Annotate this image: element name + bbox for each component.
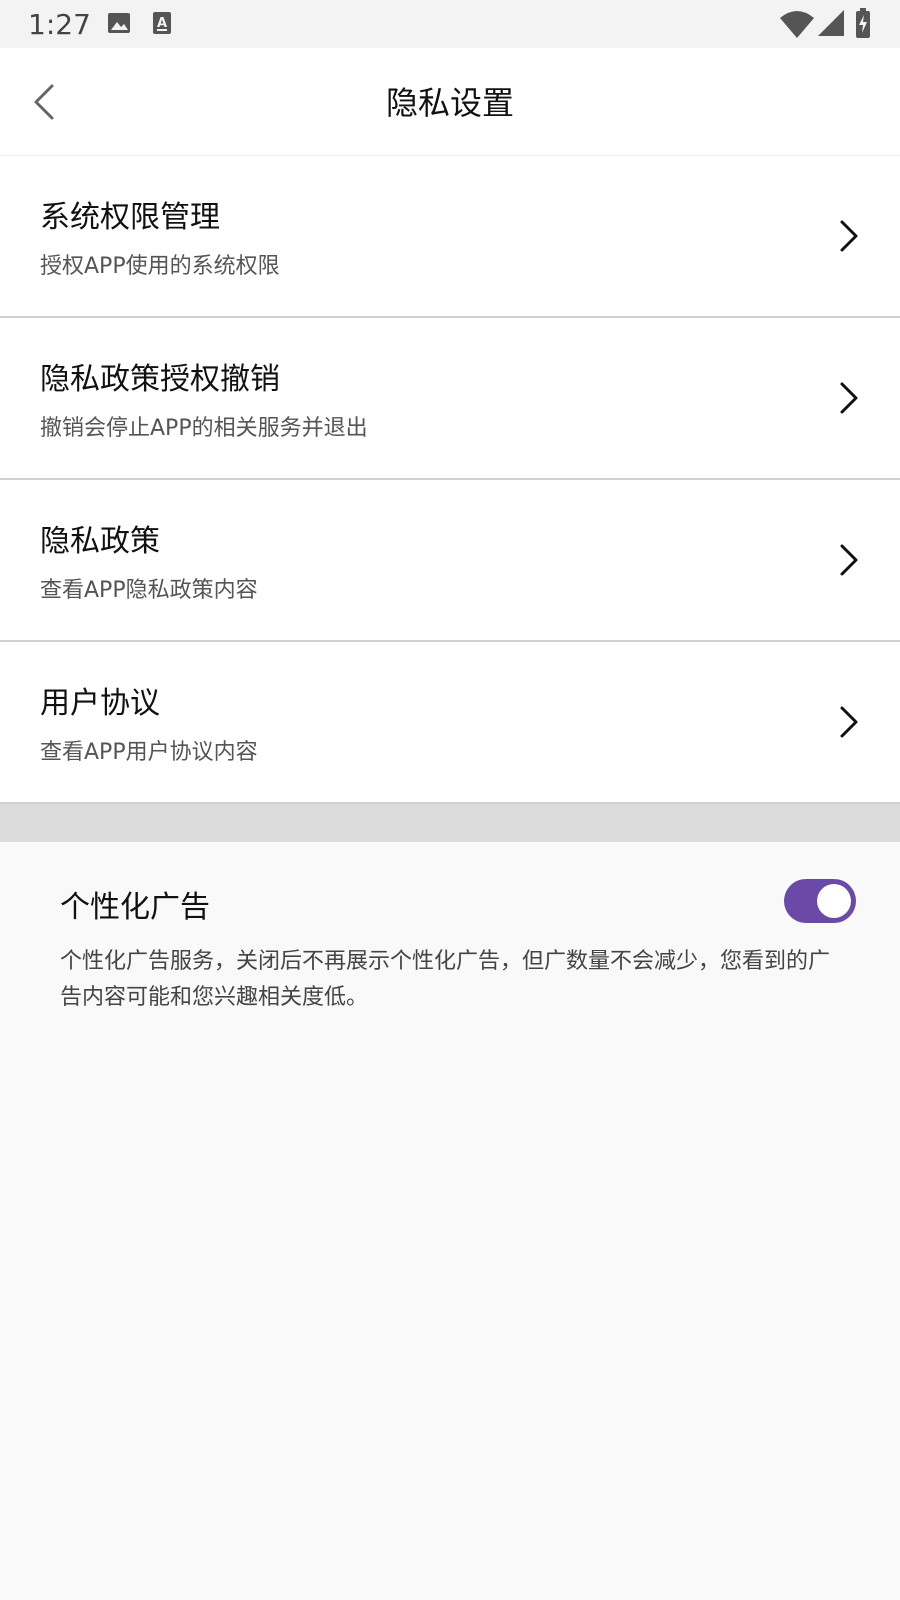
chevron-right-icon <box>840 220 858 252</box>
personalized-ads-toggle[interactable] <box>784 879 856 923</box>
list-item-subtitle: 查看APP隐私政策内容 <box>40 578 258 603</box>
wifi-icon <box>780 11 814 38</box>
image-icon <box>108 13 130 33</box>
list-item-subtitle: 撤销会停止APP的相关服务并退出 <box>40 416 368 441</box>
list-item-subtitle: 授权APP使用的系统权限 <box>40 254 280 279</box>
text-a-icon: A <box>153 12 171 34</box>
list-item-title: 隐私政策授权撤销 <box>40 362 280 397</box>
app-header: 隐私设置 <box>0 48 900 156</box>
list-item-revoke-privacy[interactable]: 隐私政策授权撤销 撤销会停止APP的相关服务并退出 <box>0 318 900 480</box>
section-divider <box>0 804 900 842</box>
personalized-ads-section: 个性化广告 个性化广告服务，关闭后不再展示个性化广告，但广数量不会减少，您看到的… <box>0 842 900 1600</box>
list-item-system-permissions[interactable]: 系统权限管理 授权APP使用的系统权限 <box>0 156 900 318</box>
list-item-title: 隐私政策 <box>40 524 160 559</box>
ad-setting-description: 个性化广告服务，关闭后不再展示个性化广告，但广数量不会减少，您看到的广告内容可能… <box>60 949 831 1010</box>
page-title: 隐私设置 <box>385 84 514 122</box>
status-bar: 1:27 A <box>0 0 900 48</box>
chevron-right-icon <box>840 382 858 414</box>
status-time: 1:27 <box>28 8 91 41</box>
ad-setting-title: 个性化广告 <box>60 890 210 925</box>
list-item-title: 系统权限管理 <box>40 200 220 235</box>
list-item-subtitle: 查看APP用户协议内容 <box>40 740 258 765</box>
chevron-right-icon <box>840 544 858 576</box>
chevron-right-icon <box>840 706 858 738</box>
list-item-privacy-policy[interactable]: 隐私政策 查看APP隐私政策内容 <box>0 480 900 642</box>
battery-charging-icon <box>856 8 870 38</box>
svg-text:A: A <box>157 16 167 31</box>
list-item-user-agreement[interactable]: 用户协议 查看APP用户协议内容 <box>0 642 900 804</box>
signal-icon <box>818 10 844 36</box>
list-item-title: 用户协议 <box>40 686 160 721</box>
toggle-knob <box>817 884 851 918</box>
settings-list: 系统权限管理 授权APP使用的系统权限 隐私政策授权撤销 撤销会停止APP的相关… <box>0 156 900 804</box>
